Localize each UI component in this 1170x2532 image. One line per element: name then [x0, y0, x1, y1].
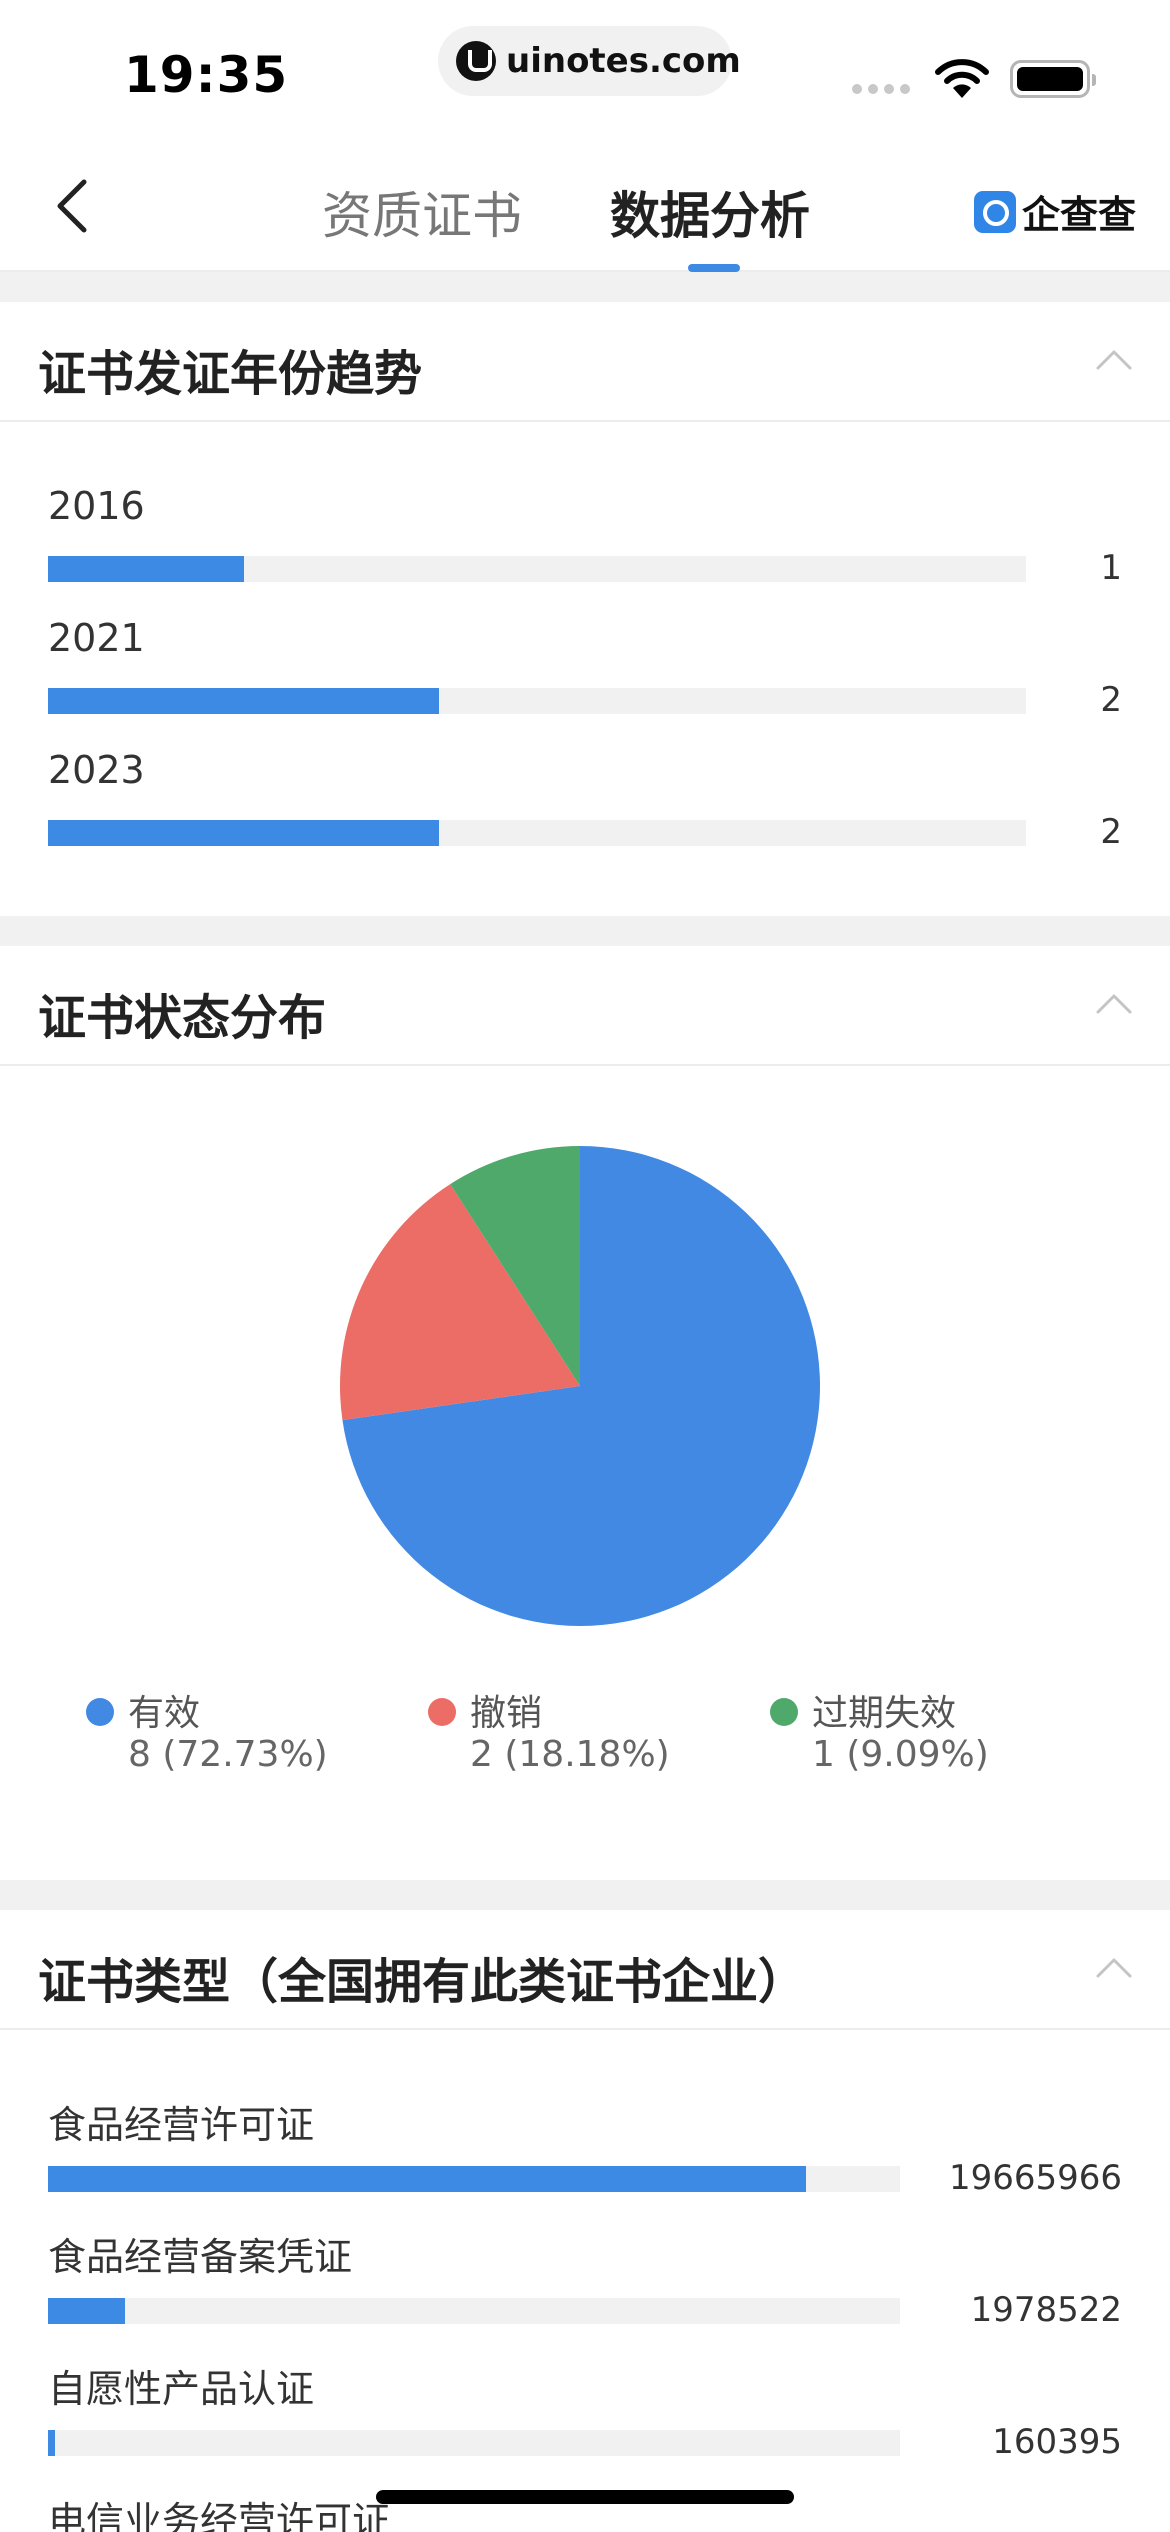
- chevron-up-icon[interactable]: [1094, 1952, 1134, 1982]
- status-time: 19:35: [124, 46, 289, 104]
- type-row-label: 自愿性产品认证: [48, 2367, 315, 2411]
- status-pie-chart: [340, 1146, 820, 1626]
- type-row-label: 食品经营许可证: [48, 2103, 315, 2147]
- type-bar-track: [48, 2166, 900, 2192]
- active-tab-indicator: [688, 264, 740, 272]
- type-row-label: 电信业务经营许可证: [48, 2499, 391, 2532]
- nav-bar: 资质证书 数据分析 企查查: [0, 140, 1170, 272]
- legend-dot-icon: [428, 1698, 456, 1726]
- section-divider: [0, 1880, 1170, 1910]
- legend-value: 8 (72.73%): [128, 1734, 328, 1775]
- type-bar-fill: [48, 2298, 125, 2324]
- brand-logo: 企查查: [974, 184, 1136, 239]
- status-bar: 19:35 uinotes.com: [0, 0, 1170, 140]
- type-bar-track: [48, 2430, 900, 2456]
- legend-dot-icon: [86, 1698, 114, 1726]
- legend-name: 有效: [128, 1693, 201, 1734]
- year-row-label: 2016: [48, 484, 145, 528]
- home-indicator[interactable]: [376, 2490, 794, 2504]
- type-bar-fill: [48, 2430, 55, 2456]
- year-row-value: 2: [1100, 680, 1122, 720]
- legend-name: 撤销: [470, 1693, 543, 1734]
- year-row-label: 2021: [48, 616, 145, 660]
- type-row-value: 1978522: [970, 2290, 1122, 2330]
- type-row-value: 160395: [992, 2422, 1122, 2462]
- section-title: 证书发证年份趋势: [38, 346, 423, 402]
- year-bar-track: [48, 556, 1026, 582]
- chevron-up-icon[interactable]: [1094, 988, 1134, 1018]
- cellular-signal-icon: [852, 84, 910, 94]
- chevron-up-icon[interactable]: [1094, 344, 1134, 374]
- brand-name: 企查查: [1022, 193, 1137, 237]
- section-title: 证书类型（全国拥有此类证书企业）: [38, 1954, 807, 2010]
- section-title: 证书状态分布: [38, 990, 327, 1046]
- type-row-value: 19665966: [948, 2158, 1122, 2198]
- back-chevron-icon[interactable]: [44, 176, 104, 236]
- section-header-year-trend[interactable]: 证书发证年份趋势: [0, 302, 1170, 422]
- section-divider: [0, 272, 1170, 302]
- type-bar-fill: [48, 2166, 806, 2192]
- battery-icon: [1010, 60, 1096, 98]
- year-bar-track: [48, 688, 1026, 714]
- wifi-icon: [935, 59, 989, 98]
- year-bar-fill: [48, 556, 244, 582]
- tab-data-analysis[interactable]: 数据分析: [610, 176, 810, 248]
- site-logo-icon: [456, 41, 496, 81]
- brand-icon: [974, 190, 1016, 233]
- tab-certificates[interactable]: 资质证书: [322, 176, 522, 248]
- legend-dot-icon: [770, 1698, 798, 1726]
- section-header-type[interactable]: 证书类型（全国拥有此类证书企业）: [0, 1910, 1170, 2030]
- type-bar-track: [48, 2298, 900, 2324]
- year-row-value: 2: [1100, 812, 1122, 852]
- section-header-status[interactable]: 证书状态分布: [0, 946, 1170, 1066]
- section-divider: [0, 916, 1170, 946]
- year-row-value: 1: [1100, 548, 1122, 588]
- url-pill[interactable]: uinotes.com: [438, 26, 741, 96]
- legend-value: 2 (18.18%): [470, 1734, 670, 1775]
- year-bar-fill: [48, 820, 439, 846]
- year-bar-fill: [48, 688, 439, 714]
- type-row-label: 食品经营备案凭证: [48, 2235, 353, 2279]
- year-bar-track: [48, 820, 1026, 846]
- year-row-label: 2023: [48, 748, 145, 792]
- legend-value: 1 (9.09%): [812, 1734, 989, 1775]
- url-text: uinotes.com: [506, 41, 741, 81]
- legend-name: 过期失效: [812, 1693, 957, 1734]
